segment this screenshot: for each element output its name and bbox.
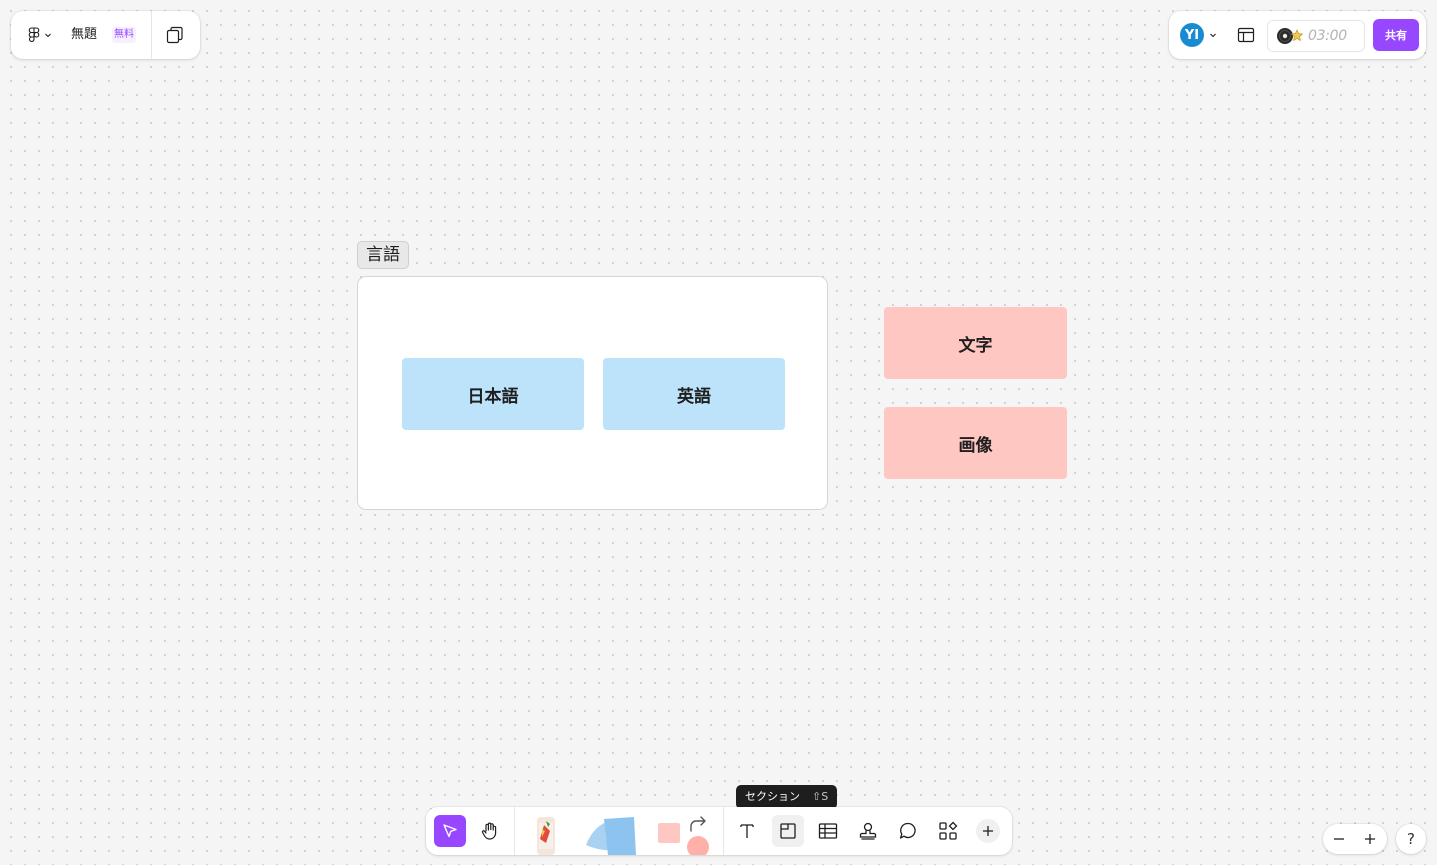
connector-icon bbox=[690, 816, 706, 832]
sticky-note-icon bbox=[586, 817, 636, 855]
zoom-controls bbox=[1323, 824, 1387, 854]
sticky-tool[interactable] bbox=[582, 815, 638, 855]
layout-button[interactable] bbox=[1233, 23, 1259, 47]
hand-icon bbox=[481, 822, 497, 840]
zoom-in-button[interactable] bbox=[1358, 827, 1382, 851]
card-english[interactable]: 英語 bbox=[603, 358, 785, 430]
sparkle-icon bbox=[1290, 29, 1304, 42]
tooltip-label: セクション bbox=[745, 790, 800, 803]
divider bbox=[514, 807, 515, 855]
cursor-icon bbox=[443, 824, 457, 838]
divider bbox=[151, 11, 152, 59]
plan-badge: 無料 bbox=[112, 27, 136, 43]
share-button[interactable]: 共有 bbox=[1373, 19, 1419, 51]
minus-icon bbox=[1334, 838, 1344, 840]
hand-tool[interactable] bbox=[474, 815, 506, 847]
stamp-icon bbox=[859, 822, 877, 840]
comment-icon bbox=[899, 822, 916, 839]
section-tool[interactable] bbox=[772, 815, 804, 847]
move-tool[interactable] bbox=[434, 815, 466, 847]
stamp-tool[interactable] bbox=[852, 815, 884, 847]
pages-icon bbox=[166, 26, 183, 44]
marker-tool[interactable] bbox=[532, 815, 560, 855]
avatar[interactable]: YI bbox=[1180, 23, 1204, 47]
connector-tool[interactable] bbox=[688, 815, 708, 835]
marker-icon bbox=[537, 817, 555, 855]
pages-button[interactable] bbox=[161, 23, 189, 47]
section-title[interactable]: 言語 bbox=[357, 241, 409, 269]
top-right-panel: YI 03:00 共有 bbox=[1169, 11, 1426, 59]
text-icon bbox=[740, 824, 754, 838]
section-tooltip: セクション ⇧S bbox=[736, 785, 838, 809]
table-icon bbox=[818, 823, 838, 839]
file-title[interactable]: 無題 bbox=[71, 27, 97, 43]
section-frame[interactable]: 日本語 英語 bbox=[357, 276, 828, 510]
panel-layout-icon bbox=[1237, 27, 1255, 43]
plus-icon bbox=[983, 826, 993, 836]
more-tools-button[interactable] bbox=[972, 815, 1004, 847]
bottom-toolbar bbox=[426, 807, 1012, 858]
section-icon bbox=[780, 823, 796, 839]
chevron-down-icon[interactable] bbox=[1209, 31, 1217, 39]
figma-logo-icon bbox=[28, 27, 40, 43]
file-menu-panel: 無題 無料 bbox=[11, 11, 200, 59]
widgets-tool[interactable] bbox=[932, 815, 964, 847]
card-image[interactable]: 画像 bbox=[884, 407, 1067, 479]
main-menu-button[interactable] bbox=[23, 23, 57, 47]
card-text[interactable]: 文字 bbox=[884, 307, 1067, 379]
help-button[interactable]: ? bbox=[1396, 824, 1426, 854]
card-japanese[interactable]: 日本語 bbox=[402, 358, 584, 430]
comment-tool[interactable] bbox=[892, 815, 924, 847]
timer-value: 03:00 bbox=[1308, 28, 1347, 44]
widgets-icon bbox=[939, 821, 958, 840]
plus-icon bbox=[1365, 834, 1375, 844]
table-tool[interactable] bbox=[812, 815, 844, 847]
tooltip-shortcut: ⇧S bbox=[812, 790, 829, 803]
timer[interactable]: 03:00 bbox=[1267, 20, 1365, 52]
zoom-out-button[interactable] bbox=[1327, 827, 1351, 851]
chevron-down-icon bbox=[45, 33, 51, 38]
text-tool[interactable] bbox=[731, 815, 763, 847]
more-tools-circle bbox=[976, 819, 1000, 843]
divider bbox=[723, 807, 724, 855]
